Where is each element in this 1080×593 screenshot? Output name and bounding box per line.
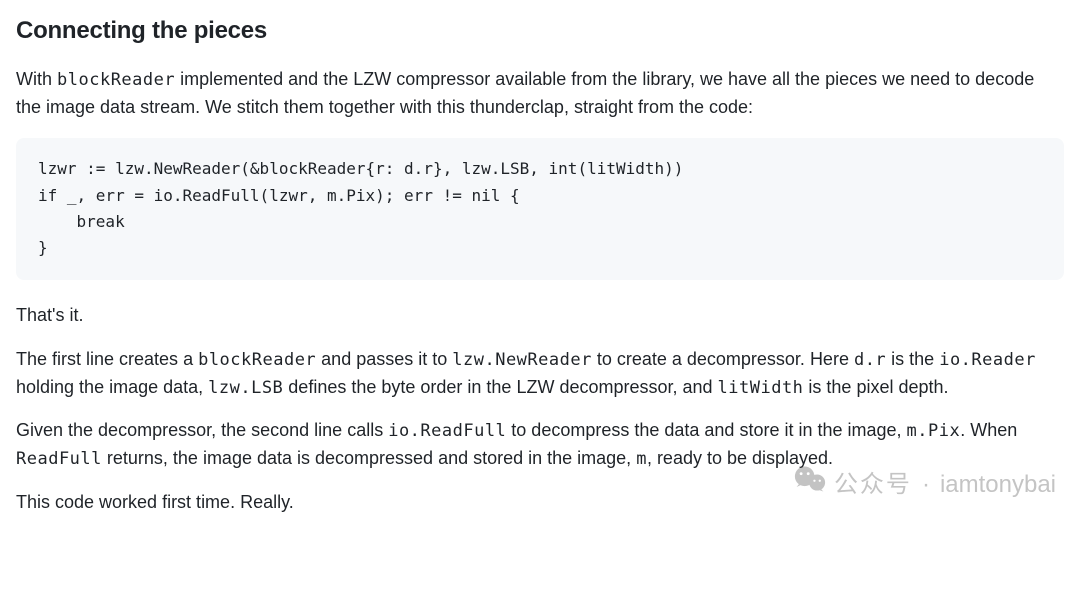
inline-code: blockReader (198, 350, 316, 370)
section-heading: Connecting the pieces (16, 12, 1064, 50)
code-block: lzwr := lzw.NewReader(&blockReader{r: d.… (16, 138, 1064, 280)
thats-it-paragraph: That's it. (16, 302, 1064, 330)
text: defines the byte order in the LZW decomp… (283, 377, 717, 397)
text: holding the image data, (16, 377, 208, 397)
text: is the (886, 349, 939, 369)
inline-code: m (636, 449, 647, 469)
paragraph-3: Given the decompressor, the second line … (16, 417, 1064, 473)
text: With (16, 69, 57, 89)
inline-code: m.Pix (907, 421, 961, 441)
text: and passes it to (316, 349, 452, 369)
paragraph-2: The first line creates a blockReader and… (16, 346, 1064, 402)
inline-code: litWidth (718, 378, 804, 398)
inline-code: io.Reader (939, 350, 1036, 370)
text: returns, the image data is decompressed … (102, 448, 636, 468)
paragraph-4: This code worked first time. Really. (16, 489, 1064, 517)
intro-paragraph: With blockReader implemented and the LZW… (16, 66, 1064, 122)
inline-code: lzw.LSB (208, 378, 283, 398)
text: to decompress the data and store it in t… (506, 420, 906, 440)
inline-code: d.r (854, 350, 886, 370)
text: Given the decompressor, the second line … (16, 420, 388, 440)
inline-code: ReadFull (16, 449, 102, 469)
text: is the pixel depth. (803, 377, 948, 397)
text: to create a decompressor. Here (592, 349, 854, 369)
text: , ready to be displayed. (647, 448, 833, 468)
text: The first line creates a (16, 349, 198, 369)
text: . When (960, 420, 1017, 440)
inline-code: lzw.NewReader (452, 350, 592, 370)
inline-code: io.ReadFull (388, 421, 506, 441)
inline-code: blockReader (57, 70, 175, 90)
